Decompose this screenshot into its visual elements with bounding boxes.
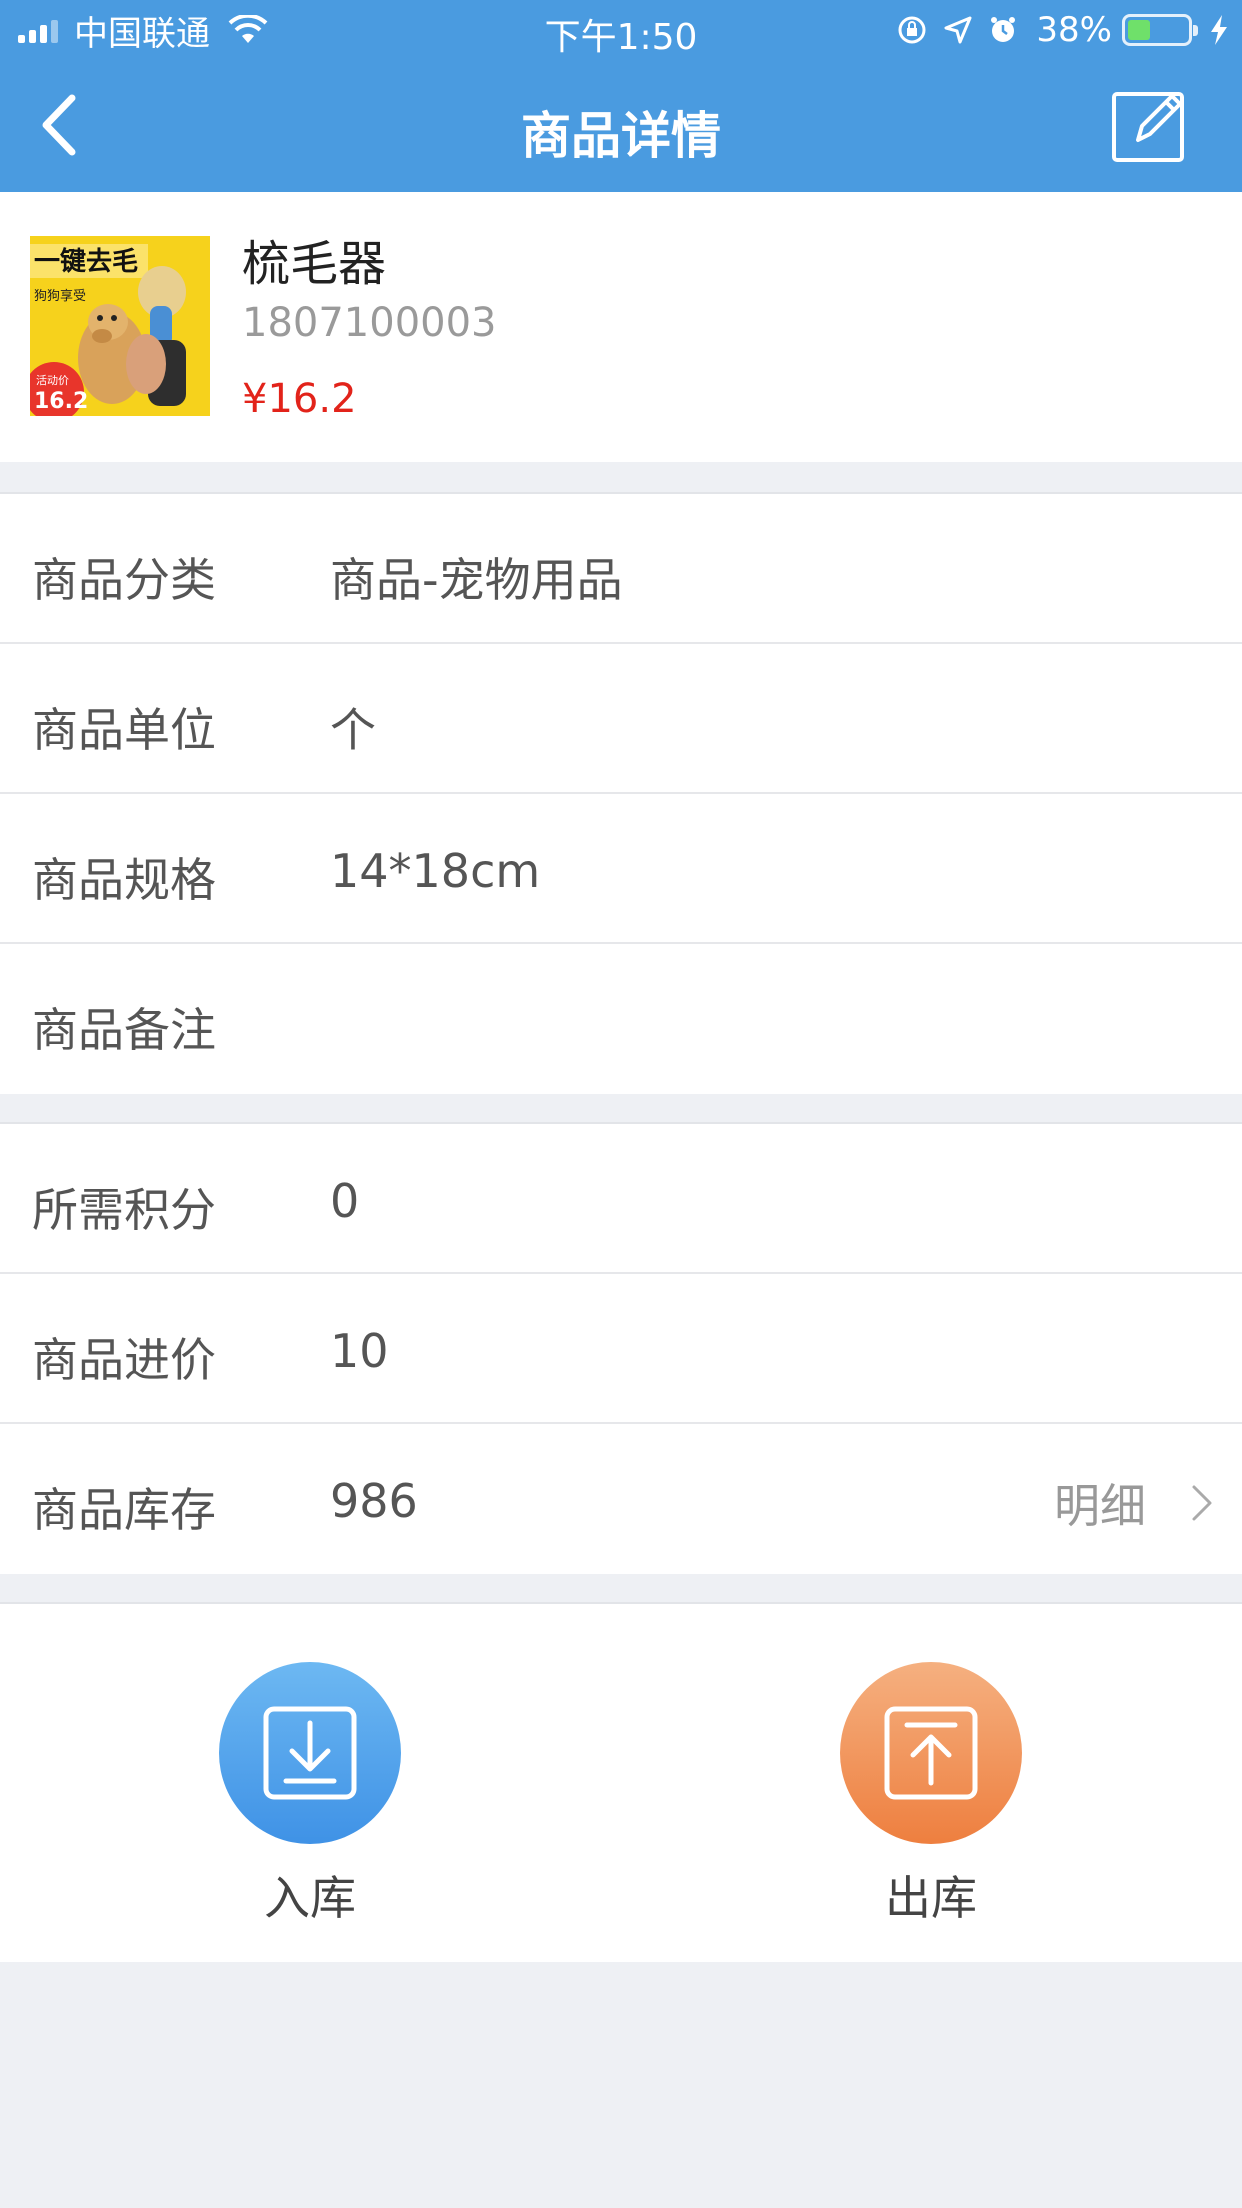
info-row-cost-price: 商品进价 10 <box>0 1274 1242 1424</box>
row-label: 商品分类 <box>32 553 216 607</box>
product-code: 1807100003 <box>242 300 497 346</box>
row-label: 所需积分 <box>32 1183 216 1237</box>
row-label: 商品库存 <box>32 1483 216 1537</box>
row-label: 商品规格 <box>32 853 216 907</box>
detail-link-label: 明细 <box>1054 1479 1146 1533</box>
battery-icon <box>1122 14 1198 46</box>
alarm-icon <box>991 17 1016 42</box>
edit-icon <box>1112 92 1184 162</box>
battery-percent: 38% <box>1036 10 1112 50</box>
info-group-basic: 商品分类 商品-宠物用品 商品单位 个 商品规格 14*18cm 商品备注 <box>0 492 1242 1094</box>
charging-icon <box>1211 15 1227 45</box>
row-value: 14*18cm <box>330 844 541 898</box>
stock-in-label: 入库 <box>264 1871 356 1925</box>
chevron-right-icon <box>1192 1485 1212 1521</box>
row-value: 商品-宠物用品 <box>330 553 623 607</box>
product-card: 一键去毛 狗狗享受 活动价 16.2 梳毛器 1807100003 ¥16.2 <box>0 192 1242 462</box>
stock-out-button[interactable]: 出库 <box>831 1662 1031 1928</box>
stock-actions: 入库 出库 <box>0 1602 1242 1962</box>
inventory-detail-link[interactable]: 明细 <box>1054 1470 1214 1536</box>
stock-in-circle[interactable] <box>219 1662 401 1844</box>
status-bar: 中国联通 下午1:50 38% <box>0 0 1242 62</box>
info-group-stock: 所需积分 0 商品进价 10 商品库存 986 明细 <box>0 1122 1242 1574</box>
product-price: ¥16.2 <box>242 376 357 422</box>
row-value: 986 <box>330 1474 418 1528</box>
image-badge-price: 16.2 <box>34 389 88 414</box>
info-row-inventory[interactable]: 商品库存 986 明细 <box>0 1424 1242 1574</box>
row-label: 商品备注 <box>32 1003 216 1057</box>
info-row-unit: 商品单位 个 <box>0 644 1242 794</box>
stock-out-circle[interactable] <box>840 1662 1022 1844</box>
image-badge-label: 活动价 <box>36 374 69 387</box>
page-title: 商品详情 <box>521 107 721 165</box>
app-header: 中国联通 下午1:50 38% 商品详情 <box>0 0 1242 192</box>
stock-out-label: 出库 <box>885 1871 977 1925</box>
product-name: 梳毛器 <box>242 236 387 292</box>
info-row-points: 所需积分 0 <box>0 1124 1242 1274</box>
upload-icon <box>884 1706 978 1800</box>
row-value: 10 <box>330 1324 389 1378</box>
row-label: 商品单位 <box>32 703 216 757</box>
nav-bar: 商品详情 <box>0 62 1242 192</box>
download-icon <box>263 1706 357 1800</box>
orientation-lock-icon <box>898 16 926 44</box>
product-image[interactable]: 一键去毛 狗狗享受 活动价 16.2 <box>30 236 210 416</box>
info-row-category: 商品分类 商品-宠物用品 <box>0 494 1242 644</box>
row-value: 0 <box>330 1174 360 1228</box>
image-headline: 一键去毛 <box>34 246 138 277</box>
stock-in-button[interactable]: 入库 <box>210 1662 410 1928</box>
image-tagline: 狗狗享受 <box>34 288 86 304</box>
location-icon <box>944 16 972 44</box>
row-value: 个 <box>330 703 376 757</box>
info-row-spec: 商品规格 14*18cm <box>0 794 1242 944</box>
row-label: 商品进价 <box>32 1333 216 1387</box>
info-row-remark: 商品备注 <box>0 944 1242 1094</box>
status-right: 38% <box>880 8 1230 52</box>
edit-button[interactable] <box>1110 86 1188 164</box>
